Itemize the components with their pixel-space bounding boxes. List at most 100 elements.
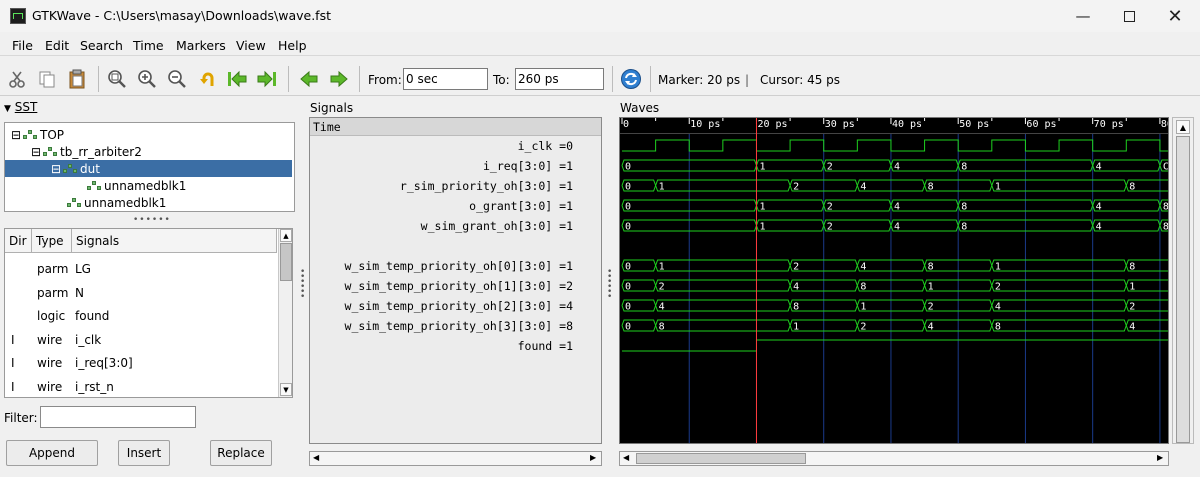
list-scrollbar[interactable]: ▲ ▼ [278, 229, 292, 397]
signal-list-row[interactable]: logic found [5, 304, 277, 327]
menu-bar: File Edit Search Time Markers View Help [0, 34, 1200, 56]
signal-name-cell: N [75, 285, 84, 300]
bus-value-label: 2 [827, 202, 833, 213]
menu-file[interactable]: File [12, 38, 33, 53]
pane-splitter-right[interactable]: • • • • • • [607, 268, 612, 302]
close-icon[interactable]: ✕ [1152, 0, 1198, 32]
cursor-readout: Cursor: 45 ps [760, 73, 841, 87]
tree-expander-icon[interactable]: ⊟ [11, 128, 23, 142]
menu-time[interactable]: Time [133, 38, 164, 53]
bus-value-label: 4 [928, 322, 934, 333]
undo-zoom-icon[interactable] [196, 68, 218, 90]
tree-expander-icon[interactable]: ⊟ [31, 145, 43, 159]
signal-list-row[interactable]: Iwire i_clk [5, 328, 277, 351]
bus-value-label: 8 [928, 262, 934, 273]
column-header-signals[interactable]: Signals [72, 229, 277, 253]
signal-name-row[interactable]: w_sim_temp_priority_oh[1][3:0] =2 [345, 276, 573, 296]
cut-icon[interactable] [6, 68, 28, 90]
tree-node-unnamedblk1-outer[interactable]: unnamedblk1 [67, 194, 166, 211]
signal-name-row[interactable]: w_sim_temp_priority_oh[0][3:0] =1 [345, 256, 573, 276]
column-header-dir[interactable]: Dir [5, 229, 32, 253]
bus-segment [991, 279, 1127, 292]
find-previous-edge-icon[interactable] [298, 68, 320, 90]
copy-icon[interactable] [36, 68, 58, 90]
tree-expander-icon[interactable]: ⊟ [51, 162, 63, 176]
signal-name-row[interactable]: r_sim_priority_oh[3:0] =1 [400, 176, 573, 196]
waveform-area[interactable]: 0 10 ps 20 ps 30 ps 40 ps 50 ps 60 ps 70 ps 80 p… [619, 117, 1169, 444]
append-button[interactable]: Append [6, 440, 98, 466]
signal-list-row[interactable]: Iwire i_rst_n [5, 375, 277, 398]
menu-edit[interactable]: Edit [45, 38, 69, 53]
column-header-type[interactable]: Type [32, 229, 72, 253]
tree-node-dut[interactable]: ⊟ dut [5, 160, 292, 177]
signal-name-cell: i_req[3:0] [75, 356, 133, 370]
waveform-canvas[interactable]: 0 10 ps 20 ps 30 ps 40 ps 50 ps 60 ps 70 ps 80 p… [620, 118, 1169, 444]
bus-segment [1092, 219, 1161, 232]
signal-name-row[interactable]: w_sim_temp_priority_oh[3][3:0] =8 [345, 316, 573, 336]
replace-button[interactable]: Replace [210, 440, 272, 466]
scroll-right-icon[interactable]: ▶ [590, 453, 596, 462]
minimize-icon[interactable]: — [1060, 0, 1106, 32]
time-tick-label: 80 ps [1161, 119, 1169, 130]
find-next-edge-icon[interactable] [328, 68, 350, 90]
tree-node-top[interactable]: ⊟ TOP [11, 126, 64, 143]
zoom-out-icon[interactable] [166, 68, 188, 90]
signal-type-cell: parm [37, 285, 69, 300]
scroll-up-icon[interactable]: ▲ [1176, 120, 1190, 134]
paste-icon[interactable] [66, 68, 88, 90]
pane-splitter-left[interactable]: • • • • • • [300, 268, 305, 302]
to-time-input[interactable] [515, 68, 604, 90]
tree-node-tb-rr-arbiter2[interactable]: ⊟ tb_rr_arbiter2 [31, 143, 142, 160]
signal-list-row[interactable]: Iwire i_req[3:0] [5, 351, 277, 374]
menu-view[interactable]: View [236, 38, 266, 53]
signal-list-row[interactable]: parm N [5, 281, 277, 304]
tree-node-unnamedblk1-inner[interactable]: unnamedblk1 [87, 177, 186, 194]
zoom-to-end-icon[interactable] [256, 68, 278, 90]
signal-name-row[interactable]: w_sim_grant_oh[3:0] =1 [421, 216, 573, 236]
from-label: From: [368, 73, 402, 87]
reload-icon[interactable] [620, 68, 642, 90]
bus-value-label: 4 [894, 222, 900, 233]
scroll-left-icon[interactable]: ◀ [313, 453, 319, 462]
time-tick-label: 30 ps [825, 119, 855, 130]
zoom-in-icon[interactable] [136, 68, 158, 90]
filter-input[interactable] [40, 406, 196, 428]
scroll-down-icon[interactable]: ▼ [280, 383, 292, 396]
waves-hscrollbar[interactable]: ◀ ▶ [619, 451, 1169, 466]
menu-search[interactable]: Search [80, 38, 123, 53]
signals-hscrollbar[interactable]: ◀ ▶ [309, 451, 602, 466]
scroll-thumb[interactable] [636, 453, 806, 464]
signal-name-row[interactable]: i_req[3:0] =1 [483, 156, 573, 176]
time-tick-label: 40 ps [892, 119, 922, 130]
tree-node-label: unnamedblk1 [84, 195, 167, 210]
zoom-fit-icon[interactable] [106, 68, 128, 90]
signal-name-row[interactable]: w_sim_temp_priority_oh[2][3:0] =4 [345, 296, 573, 316]
scroll-up-icon[interactable]: ▲ [280, 229, 292, 242]
bus-value-label: 8 [961, 202, 967, 213]
menu-help[interactable]: Help [278, 38, 307, 53]
zoom-to-start-icon[interactable] [226, 68, 248, 90]
menu-markers[interactable]: Markers [176, 38, 226, 53]
from-time-input[interactable] [403, 68, 488, 90]
maximize-icon[interactable] [1106, 0, 1152, 32]
signals-header: Signals [310, 101, 354, 115]
bus-value-label: 1 [928, 282, 934, 293]
time-tick-label: 0 [623, 119, 629, 130]
insert-button[interactable]: Insert [118, 440, 170, 466]
signal-name-row[interactable]: found =1 [518, 336, 573, 356]
sst-title: SST [14, 100, 38, 114]
signal-name-row[interactable]: i_clk =0 [518, 136, 573, 156]
bus-segment [823, 199, 892, 212]
sst-header[interactable]: ▼ SST [4, 100, 37, 114]
scroll-thumb[interactable] [1176, 136, 1190, 443]
bus-value-label: 8 [1163, 202, 1169, 213]
scroll-thumb[interactable] [280, 243, 292, 281]
signal-dir-cell: I [11, 332, 15, 347]
scroll-left-icon[interactable]: ◀ [623, 453, 629, 462]
scroll-right-icon[interactable]: ▶ [1157, 453, 1163, 462]
pane-splitter-handle[interactable]: •••••• [133, 215, 171, 225]
bus-value-label: 8 [1129, 182, 1135, 193]
waves-vscrollbar[interactable]: ▲ [1172, 117, 1194, 444]
signal-name-row[interactable]: o_grant[3:0] =1 [469, 196, 573, 216]
signal-list-row[interactable]: parm LG [5, 257, 277, 280]
